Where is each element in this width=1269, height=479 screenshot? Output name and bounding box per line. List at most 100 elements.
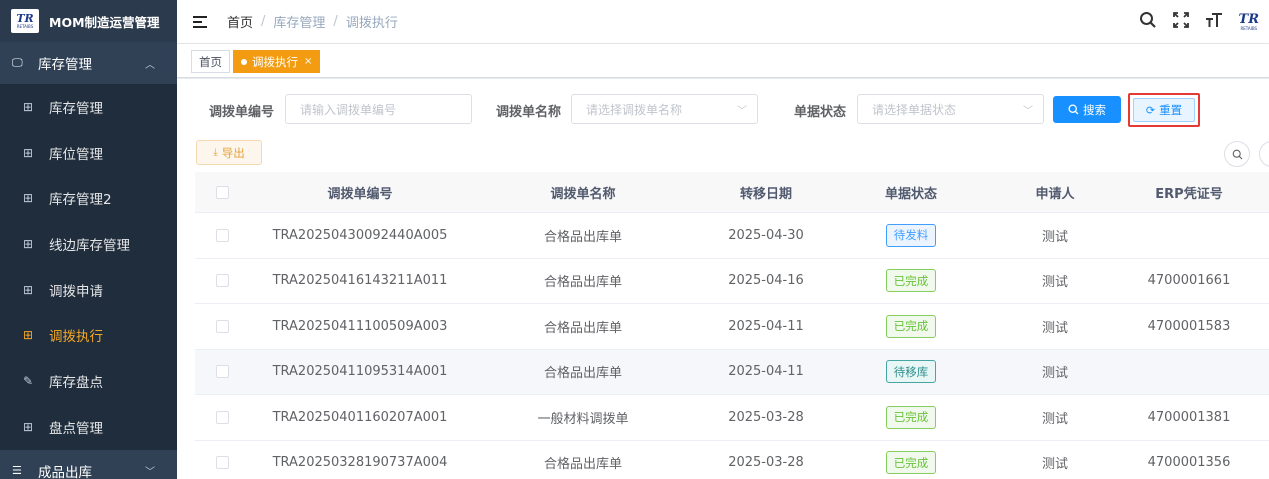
sidebar-item-1[interactable]: ⊞ 库位管理 [0, 129, 177, 176]
cell-name: 合格品出库单 [543, 457, 622, 473]
row-checkbox[interactable] [195, 395, 250, 440]
status-badge: 待移库 [885, 360, 937, 384]
sidebar-item-6[interactable]: ✎ 库存盘点 [0, 358, 177, 404]
table-row[interactable]: TRA20250411095314A001 合格品出库单 2025-04-11 待移库… [195, 349, 1269, 395]
cell-code: TRA20250328190737A004 [272, 455, 448, 471]
sidebar-item-7[interactable]: ⊞ 盘点管理 [0, 403, 177, 450]
chevron-down-icon: ﹀ [145, 467, 155, 478]
active-dot-icon [241, 58, 247, 65]
table-row[interactable]: TRA20250401160207A001 一般材料调拨单 2025-03-28 已完… [195, 395, 1269, 441]
tag-home[interactable]: 首页 [191, 50, 230, 73]
font-size-icon[interactable] [1205, 12, 1223, 33]
row-checkbox[interactable] [195, 259, 250, 304]
breadcrumb: 首页 / 库存管理 / 调拨执行 [227, 12, 398, 31]
toggle-search-button[interactable] [1224, 141, 1250, 167]
search-button[interactable]: 搜索 [1053, 96, 1121, 123]
row-checkbox[interactable] [195, 441, 250, 479]
close-icon[interactable]: × [304, 56, 312, 67]
status-badge: 已完成 [885, 314, 937, 338]
search-form: 调拨单编号 请输入调拨单编号 调拨单名称 请选择调拨单名称 ﹀ 单据状态 请选择… [177, 93, 1269, 127]
sidebar-group-label: 库存管理 [38, 57, 92, 73]
cell-status: 待发料 [836, 213, 986, 258]
sidebar-item-2[interactable]: ⊞ 库存管理2 [0, 175, 177, 222]
status-badge: 待发料 [885, 223, 937, 247]
col-code[interactable]: 调拨单编号 [250, 172, 470, 212]
breadcrumb-home[interactable]: 首页 [227, 12, 253, 31]
col-date[interactable]: 转移日期 [696, 172, 836, 212]
doc-status-select[interactable]: 请选择单据状态 ﹀ [857, 94, 1044, 124]
refresh-icon: ⟳ [1145, 103, 1156, 117]
cell-erp: 4700001583 [1147, 318, 1231, 334]
sidebar-item-label: 调拨申请 [49, 283, 103, 300]
cell-code: TRA20250401160207A001 [272, 409, 448, 425]
cell-applicant: 测试 [1041, 366, 1068, 382]
sidebar-item-4[interactable]: ⊞ 调拨申请 [0, 266, 177, 313]
cell-applicant: 测试 [1041, 411, 1068, 427]
transfer-code-input[interactable]: 请输入调拨单编号 [285, 94, 472, 124]
col-status[interactable]: 单据状态 [836, 172, 986, 212]
sidebar-item-label: 库存盘点 [49, 374, 103, 391]
select-all-checkbox[interactable] [195, 172, 250, 212]
edit-icon: ✎ [22, 373, 34, 388]
cell-erp: 4700001356 [1147, 455, 1231, 471]
table-row[interactable]: TRA20250416143211A011 合格品出库单 2025-04-16 已完成… [195, 259, 1269, 304]
sidebar-group-inventory[interactable]: 🖵 库存管理 ︿ [0, 42, 177, 84]
cell-date: 2025-04-16 [728, 273, 804, 289]
search-icon[interactable] [1139, 11, 1157, 34]
row-checkbox[interactable] [195, 350, 250, 395]
refresh-table-button[interactable] [1259, 141, 1269, 167]
table-icon: ⊞ [22, 145, 34, 160]
status-badge: 已完成 [885, 405, 937, 429]
cell-status: 待移库 [836, 350, 986, 395]
transfer-table: 调拨单编号 调拨单名称 转移日期 单据状态 申请人 ERP凭证号 TRA2025… [195, 172, 1269, 479]
cell-date: 2025-04-30 [728, 227, 804, 243]
sidebar-item-0[interactable]: ⊞ 库存管理 [0, 84, 177, 130]
table-row[interactable]: TRA20250430092440A005 合格品出库单 2025-04-30 待发料… [195, 213, 1269, 259]
cell-name: 合格品出库单 [543, 320, 622, 336]
breadcrumb-inventory: 库存管理 [273, 16, 326, 31]
table-icon: ⊞ [22, 191, 34, 206]
hamburger-icon[interactable] [193, 15, 207, 28]
sidebar-item-3[interactable]: ⊞ 线边库存管理 [0, 221, 177, 267]
chevron-up-icon: ︿ [145, 59, 155, 71]
cell-date: 2025-04-11 [728, 318, 804, 334]
row-checkbox[interactable] [195, 304, 250, 349]
cell-name: 合格品出库单 [543, 366, 622, 382]
col-name[interactable]: 调拨单名称 [470, 172, 696, 212]
table-row[interactable]: TRA20250328190737A004 合格品出库单 2025-03-28 已完成… [195, 441, 1269, 479]
cell-applicant: 测试 [1041, 457, 1068, 473]
search-icon [1232, 149, 1242, 159]
main-content: 调拨单编号 请输入调拨单编号 调拨单名称 请选择调拨单名称 ﹀ 单据状态 请选择… [177, 79, 1269, 479]
cell-status: 已完成 [836, 441, 986, 479]
cell-date: 2025-03-28 [728, 409, 804, 425]
sidebar-group-label: 成品出库 [38, 464, 92, 479]
table-icon: ⊞ [22, 328, 34, 343]
cell-status: 已完成 [836, 395, 986, 440]
transfer-name-label: 调拨单名称 [496, 105, 562, 120]
logo-subtext: RETAIBS [16, 23, 34, 29]
reset-button-highlight: ⟳ 重置 [1128, 93, 1200, 127]
table-header: 调拨单编号 调拨单名称 转移日期 单据状态 申请人 ERP凭证号 [195, 172, 1269, 213]
export-button[interactable]: ⤓ 导出 [196, 140, 262, 165]
tag-current-label: 调拨执行 [252, 54, 298, 69]
fullscreen-icon[interactable] [1172, 11, 1189, 33]
cell-name: 合格品出库单 [543, 229, 622, 245]
col-applicant[interactable]: 申请人 [986, 172, 1124, 212]
row-checkbox[interactable] [195, 213, 250, 258]
transfer-code-label: 调拨单编号 [209, 105, 275, 120]
table-icon: ⊞ [22, 419, 34, 434]
app-title: MOM制造运营管理 [49, 14, 160, 30]
table-row[interactable]: TRA20250411100509A003 合格品出库单 2025-04-11 已完成… [195, 304, 1269, 350]
table-icon: ⊞ [22, 282, 34, 297]
reset-button[interactable]: ⟳ 重置 [1133, 98, 1195, 122]
sidebar-item-5[interactable]: ⊞ 调拨执行 [0, 312, 177, 359]
table-icon: ⊞ [22, 236, 34, 251]
sidebar-item-label: 调拨执行 [49, 329, 103, 346]
tag-current[interactable]: 调拨执行 × [233, 50, 321, 73]
transfer-name-select[interactable]: 请选择调拨单名称 ﹀ [571, 94, 758, 124]
status-badge: 已完成 [885, 269, 937, 293]
col-erp[interactable]: ERP凭证号 [1124, 172, 1254, 212]
sidebar-group-finished-outbound[interactable]: ☰ 成品出库 ﹀ [0, 450, 177, 479]
table-icon: ⊞ [22, 99, 34, 114]
cell-code: TRA20250411100509A003 [272, 318, 448, 334]
